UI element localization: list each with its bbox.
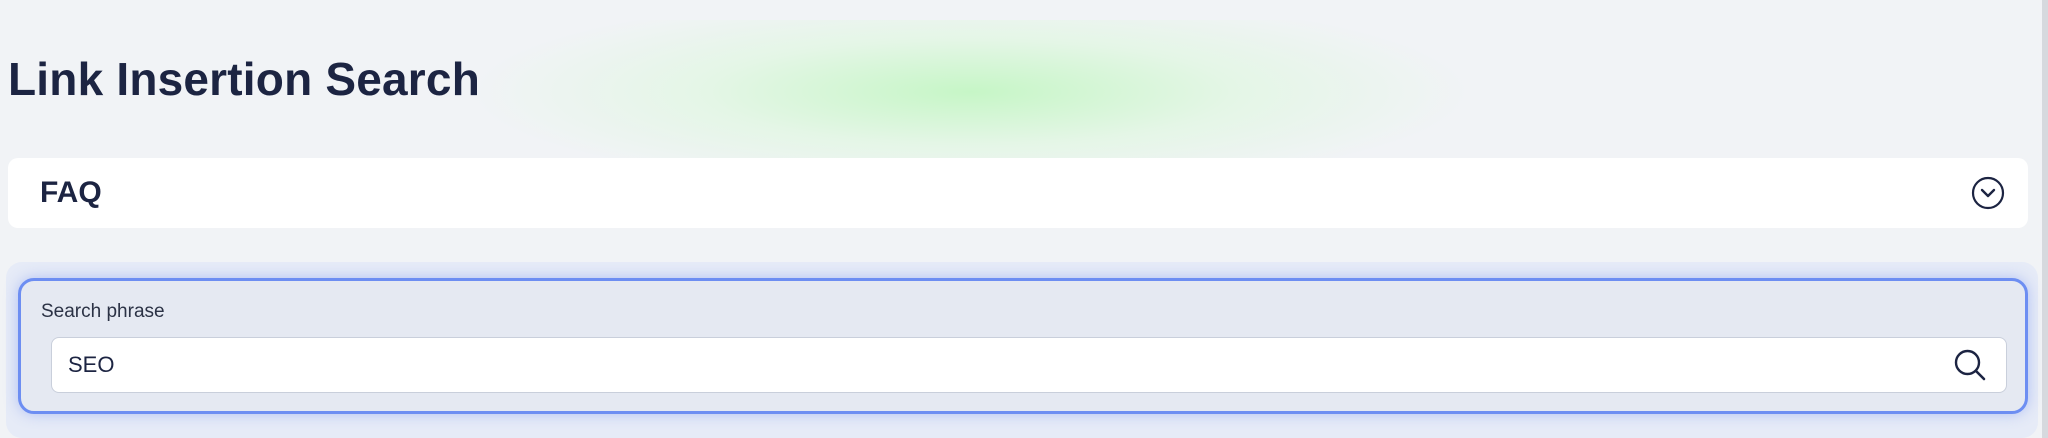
page: Link Insertion Search FAQ Search phrase (0, 0, 2048, 438)
search-icon[interactable] (1950, 345, 1990, 385)
search-panel: Search phrase (18, 278, 2028, 414)
window-edge (2042, 0, 2048, 438)
faq-label: FAQ (40, 176, 102, 209)
search-input[interactable] (68, 352, 1950, 378)
page-title: Link Insertion Search (8, 53, 480, 105)
search-field[interactable] (51, 337, 2007, 393)
faq-accordion[interactable]: FAQ (8, 158, 2028, 228)
search-phrase-label: Search phrase (41, 301, 165, 322)
chevron-down-circle-icon[interactable] (1970, 175, 2006, 211)
